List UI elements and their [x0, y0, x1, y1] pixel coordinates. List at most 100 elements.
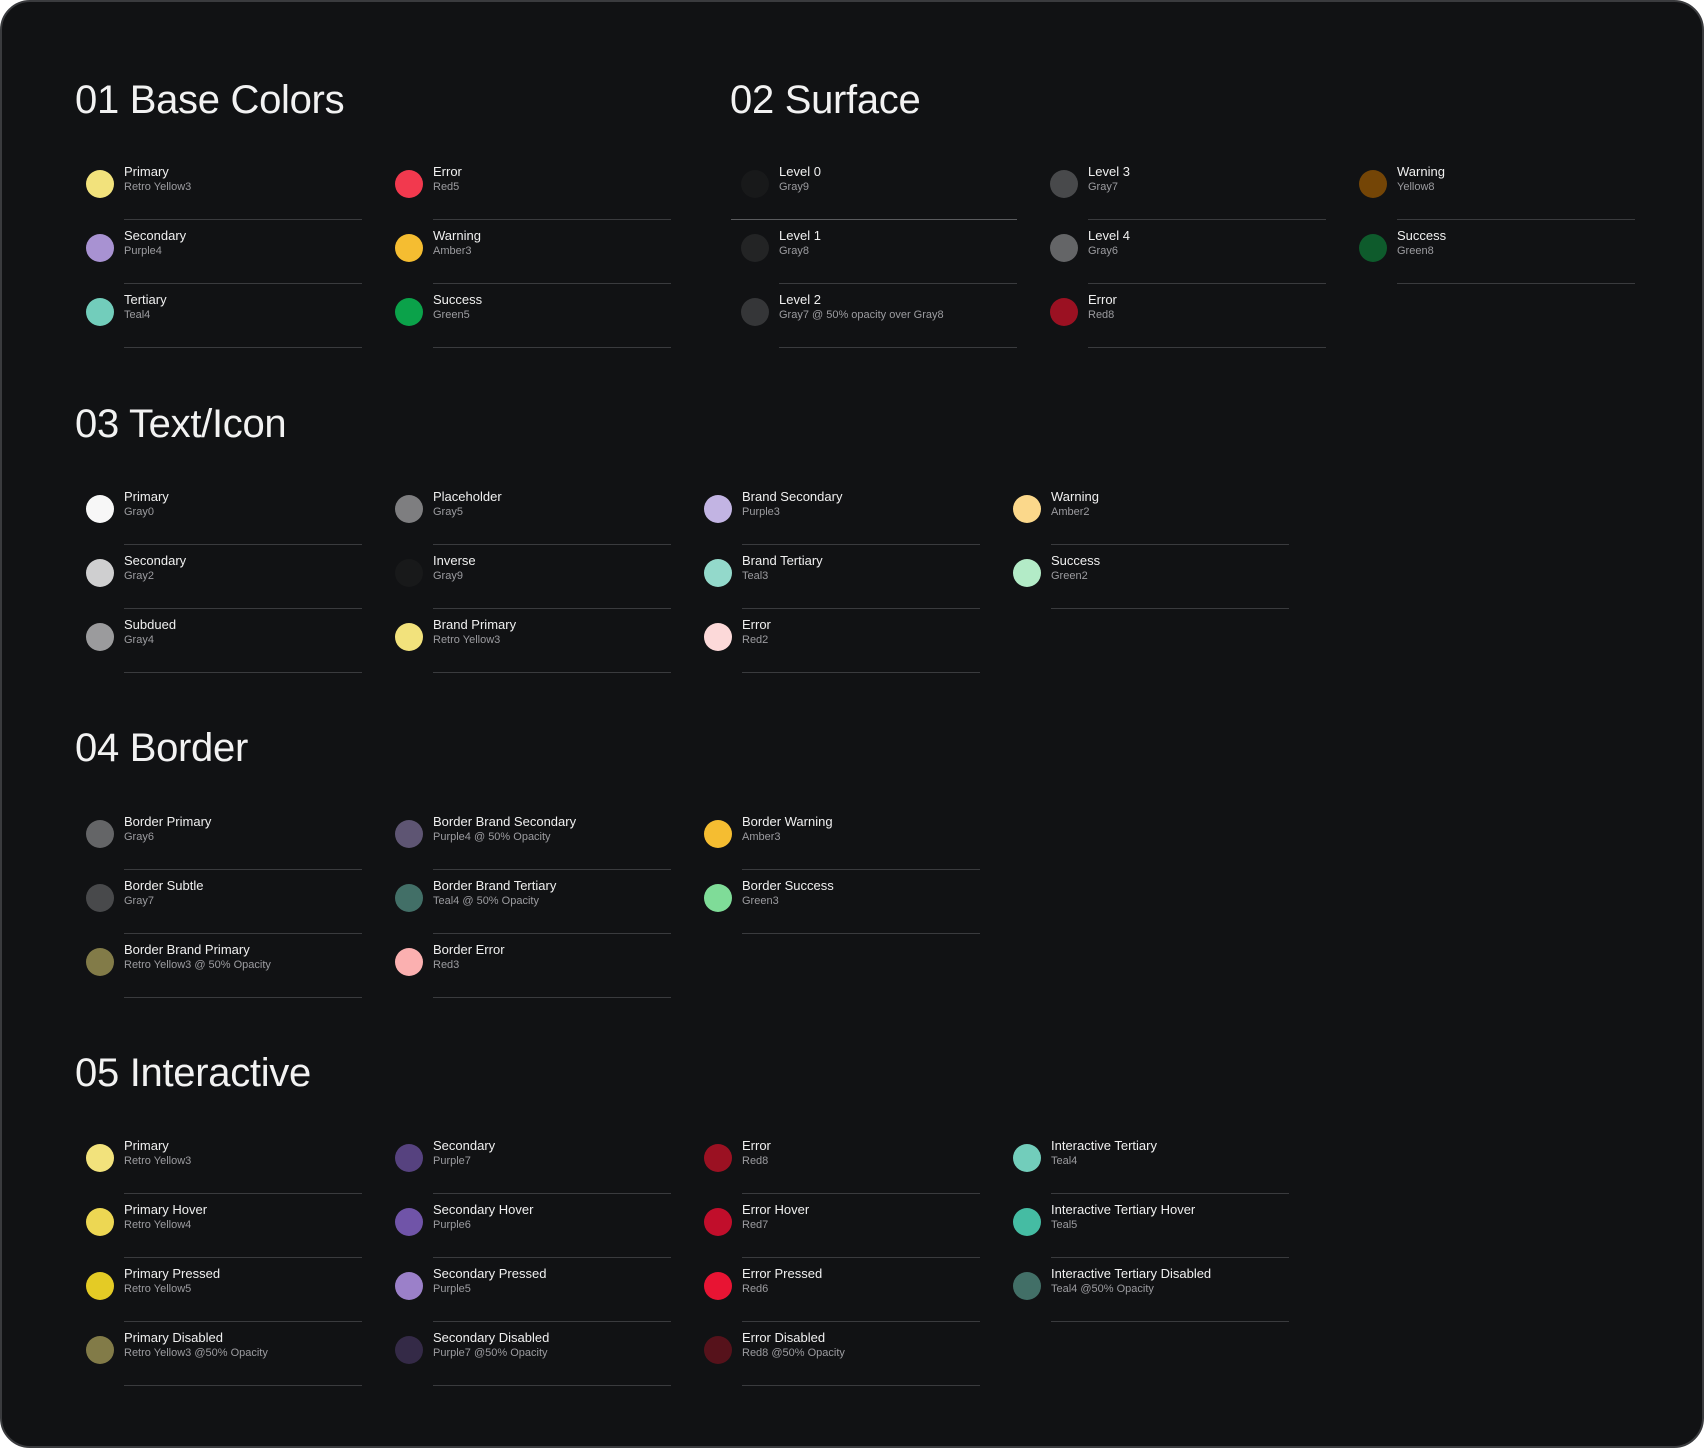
swatch-token: Retro Yellow3 [433, 634, 501, 646]
swatch-name: Warning [1051, 489, 1099, 504]
swatch-token: Gray7 [124, 895, 154, 907]
swatch-name: Interactive Tertiary [1051, 1138, 1157, 1153]
swatch-token: Green3 [742, 895, 779, 907]
swatch-name: Border Brand Primary [124, 942, 250, 957]
swatch-name: Secondary [433, 1138, 496, 1153]
swatch-item: Border Brand Tertiary Teal4 @ 50% Opacity [385, 870, 671, 934]
swatch-name: Warning [433, 228, 481, 243]
swatch-item: Error Disabled Red8 @50% Opacity [694, 1322, 980, 1386]
swatch-token: Red8 [742, 1155, 769, 1167]
swatch-name: Border Error [433, 942, 505, 957]
swatch-token: Red8 [1088, 309, 1115, 321]
color-swatch [86, 1144, 114, 1172]
swatch-name: Inverse [433, 553, 476, 568]
section-title-base-colors: 01 Base Colors [75, 78, 345, 122]
swatch-item: Level 3 Gray7 [1040, 156, 1326, 220]
swatch-item: Border Brand Primary Retro Yellow3 @ 50% … [76, 934, 362, 998]
divider [742, 1385, 980, 1386]
divider [742, 933, 980, 934]
swatch-name: Error [742, 1138, 771, 1153]
swatch-token: Amber3 [433, 245, 472, 257]
swatch-name: Secondary [124, 228, 187, 243]
swatch-token: Green5 [433, 309, 470, 321]
swatch-token: Retro Yellow5 [124, 1283, 192, 1295]
swatch-token: Green8 [1397, 245, 1434, 257]
swatch-item: Subdued Gray4 [76, 609, 362, 673]
divider [742, 672, 980, 673]
swatch-name: Subdued [124, 617, 177, 632]
swatch-name: Success [1051, 553, 1101, 568]
color-swatch [1013, 1208, 1041, 1236]
swatch-item: Level 4 Gray6 [1040, 220, 1326, 284]
swatch-item: Border Primary Gray6 [76, 806, 362, 870]
swatch-name: Primary [124, 489, 169, 504]
swatch-item: Level 2 Gray7 @ 50% opacity over Gray8 [731, 284, 1017, 348]
swatch-token: Gray7 @ 50% opacity over Gray8 [779, 309, 944, 321]
swatch-name: Secondary Pressed [433, 1266, 547, 1281]
swatch-token: Red8 @50% Opacity [742, 1347, 845, 1359]
swatch-token: Retro Yellow3 [124, 1155, 192, 1167]
color-swatch [395, 948, 423, 976]
color-swatch [704, 623, 732, 651]
color-swatch [1013, 1144, 1041, 1172]
swatch-token: Gray9 [779, 181, 809, 193]
swatch-item: Secondary Disabled Purple7 @50% Opacity [385, 1322, 671, 1386]
swatch-item: Tertiary Teal4 [76, 284, 362, 348]
swatch-token: Purple4 [124, 245, 162, 257]
swatch-name: Border Primary [124, 814, 212, 829]
swatch-item: Success Green5 [385, 284, 671, 348]
swatch-item: Error Hover Red7 [694, 1194, 980, 1258]
color-swatch [704, 1272, 732, 1300]
swatch-token: Amber2 [1051, 506, 1090, 518]
color-swatch [1050, 298, 1078, 326]
swatch-token: Purple6 [433, 1219, 471, 1231]
swatch-name: Secondary [124, 553, 187, 568]
divider [1051, 1321, 1289, 1322]
swatch-token: Red6 [742, 1283, 769, 1295]
color-swatch [1013, 495, 1041, 523]
color-swatch [86, 170, 114, 198]
swatch-token: Gray5 [433, 506, 463, 518]
swatch-token: Teal3 [742, 570, 769, 582]
swatch-item: Border Error Red3 [385, 934, 671, 998]
color-swatch [1050, 170, 1078, 198]
swatch-name: Border Warning [742, 814, 833, 829]
swatch-name: Success [1397, 228, 1447, 243]
color-swatch [86, 1336, 114, 1364]
swatch-item: Secondary Gray2 [76, 545, 362, 609]
swatch-item: Primary Gray0 [76, 481, 362, 545]
swatch-token: Retro Yellow4 [124, 1219, 192, 1231]
swatch-token: Yellow8 [1397, 181, 1435, 193]
swatch-name: Level 3 [1088, 164, 1130, 179]
swatch-name: Primary Hover [124, 1202, 208, 1217]
divider [124, 672, 362, 673]
color-swatch [86, 948, 114, 976]
color-swatch [1050, 234, 1078, 262]
swatch-token: Teal4 @50% Opacity [1051, 1283, 1154, 1295]
swatch-item: Interactive Tertiary Hover Teal5 [1003, 1194, 1289, 1258]
swatch-name: Secondary Disabled [433, 1330, 550, 1345]
color-swatch [1359, 234, 1387, 262]
swatch-name: Error Disabled [742, 1330, 826, 1345]
swatch-item: Success Green8 [1349, 220, 1635, 284]
swatch-name: Tertiary [124, 292, 167, 307]
divider [1051, 608, 1289, 609]
swatch-token: Gray4 [124, 634, 154, 646]
swatch-token: Gray6 [1088, 245, 1118, 257]
swatch-token: Teal4 @ 50% Opacity [433, 895, 539, 907]
swatch-item: Brand Secondary Purple3 [694, 481, 980, 545]
swatch-item: Secondary Purple7 [385, 1130, 671, 1194]
swatch-token: Teal5 [1051, 1219, 1078, 1231]
color-swatch [395, 495, 423, 523]
color-swatch [741, 170, 769, 198]
swatch-item: Border Brand Secondary Purple4 @ 50% Opac… [385, 806, 671, 870]
swatch-token: Gray7 [1088, 181, 1118, 193]
section-title-interactive: 05 Interactive [75, 1051, 311, 1095]
divider [433, 347, 671, 348]
swatch-name: Placeholder [433, 489, 502, 504]
swatch-name: Border Brand Tertiary [433, 878, 557, 893]
color-swatch [86, 234, 114, 262]
divider [124, 997, 362, 998]
section-title-text-icon: 03 Text/Icon [75, 402, 287, 446]
swatch-item: Warning Yellow8 [1349, 156, 1635, 220]
